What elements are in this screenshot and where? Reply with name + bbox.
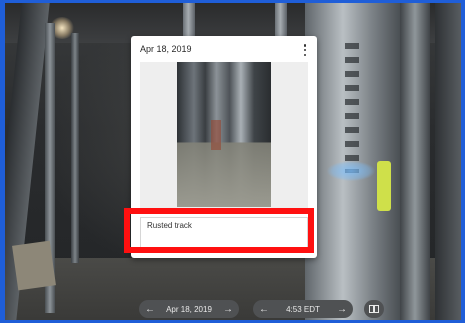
scene-stud [400,3,430,320]
arrow-right-icon[interactable]: → [223,304,233,315]
split-view-icon [369,305,379,313]
time-label: 4:53 EDT [286,304,320,314]
date-selector[interactable]: ← Apr 18, 2019 → [139,300,239,318]
arrow-left-icon[interactable]: ← [145,304,155,315]
cardboard-box [12,240,56,291]
stud-holes [345,43,359,173]
yellow-tape [377,161,391,211]
more-vert-icon[interactable] [301,44,309,56]
date-label: Apr 18, 2019 [166,304,212,314]
arrow-right-icon[interactable]: → [337,304,347,315]
scene-stud [71,33,79,263]
arrow-left-icon[interactable]: ← [259,304,269,315]
photo-area [140,62,308,212]
split-view-button[interactable] [364,300,384,318]
attached-photo[interactable] [177,62,271,207]
caption-highlight-box [124,208,314,253]
scene-stud [435,3,461,320]
card-date: Apr 18, 2019 [140,44,192,54]
navigation-hotspot[interactable] [327,161,375,181]
card-header: Apr 18, 2019 [140,42,309,58]
time-selector[interactable]: ← 4:53 EDT → [253,300,353,318]
